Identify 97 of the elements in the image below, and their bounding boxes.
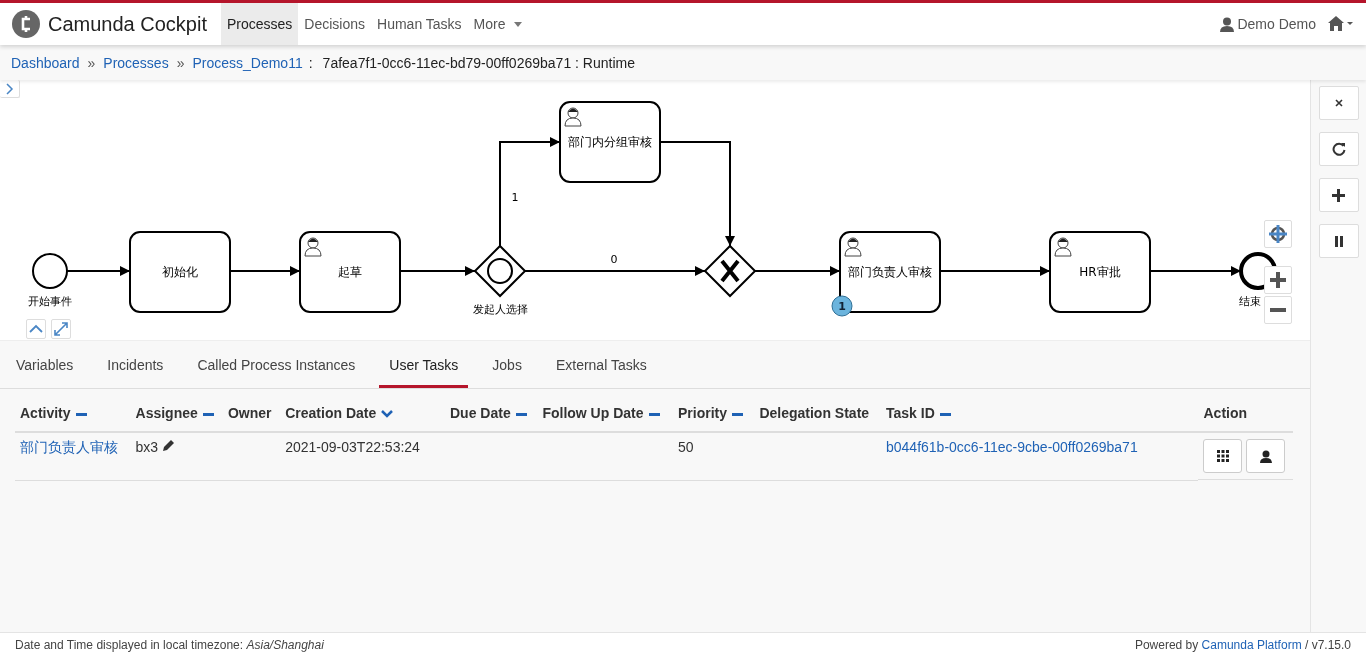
task-label: HR审批	[1079, 265, 1121, 279]
plus-icon	[1269, 271, 1287, 289]
breadcrumb-link[interactable]: Dashboard	[11, 54, 80, 71]
sort-icon[interactable]	[939, 410, 951, 418]
column-header: Action	[1198, 395, 1293, 432]
form-button[interactable]	[1203, 439, 1243, 473]
pencil-icon[interactable]	[162, 439, 175, 452]
sequence-flow	[229, 266, 301, 276]
assign-user-button[interactable]	[1246, 439, 1286, 473]
task-shape[interactable]	[299, 231, 401, 313]
task-label: 起草	[338, 265, 362, 279]
tab[interactable]: User Tasks	[379, 341, 469, 388]
event-label: 开始事件	[28, 295, 72, 308]
nav-link[interactable]: Processes	[220, 3, 299, 45]
table-cell: 2021-09-03T22:53:24	[285, 439, 420, 455]
column-header[interactable]: Follow Up Date	[537, 395, 674, 432]
fullscreen-button[interactable]	[51, 319, 71, 339]
suspend-button[interactable]	[1318, 224, 1359, 258]
logo-icon	[12, 10, 40, 38]
nav-link[interactable]: Human Tasks	[371, 3, 468, 45]
expand-icon	[54, 322, 68, 336]
user-icon	[844, 237, 862, 257]
task-label: 初始化	[162, 265, 198, 279]
tab[interactable]: Called Process Instances	[187, 341, 366, 388]
breadcrumb-separator: »	[176, 54, 185, 71]
tab[interactable]: Variables	[6, 341, 84, 388]
sequence-flow	[66, 266, 131, 276]
column-header[interactable]: Activity	[15, 395, 131, 432]
tab[interactable]: Jobs	[482, 341, 532, 388]
breadcrumb-separator: »	[87, 54, 96, 71]
platform-link[interactable]: Camunda Platform	[1201, 638, 1302, 652]
app-title: Camunda Cockpit	[48, 12, 207, 36]
expand-panel-button[interactable]	[0, 80, 20, 98]
plus-icon	[1332, 188, 1345, 202]
chevron-right-icon	[5, 82, 14, 95]
grid-icon	[1217, 450, 1229, 462]
sort-icon[interactable]	[515, 410, 527, 418]
sort-icon[interactable]	[648, 410, 660, 418]
task-shape[interactable]	[839, 231, 941, 313]
user-icon	[304, 237, 322, 257]
chevron-up-icon	[29, 324, 43, 334]
breadcrumb-separator: :	[308, 54, 313, 71]
activity-link[interactable]: 部门负责人审核	[20, 439, 118, 455]
gateway-label: 发起人选择	[472, 303, 528, 316]
collapse-button[interactable]	[26, 319, 46, 339]
sort-icon[interactable]	[202, 410, 214, 418]
zoom-in-button[interactable]	[1264, 266, 1292, 294]
nav-link[interactable]: Decisions	[298, 3, 372, 45]
nav-link[interactable]: More	[467, 3, 528, 45]
table-cell: bx3	[135, 439, 159, 455]
timezone-note: Date and Time displayed in local timezone: Asia/Shanghai	[15, 638, 324, 652]
user-icon	[564, 107, 582, 127]
table-cell: 50	[678, 439, 694, 455]
zoom-out-button[interactable]	[1264, 296, 1292, 324]
pause-icon	[1334, 235, 1343, 247]
breadcrumb-link[interactable]: Processes	[103, 54, 169, 71]
sort-icon[interactable]	[75, 410, 87, 418]
task-label: 部门内分组审核	[568, 135, 652, 149]
home-menu[interactable]	[1328, 16, 1354, 32]
column-header: Owner	[222, 395, 281, 432]
sort-descending-icon[interactable]	[381, 410, 394, 418]
powered-by-note: Powered by Camunda Platform / v7.15.0	[1134, 638, 1351, 652]
refresh-icon	[1331, 142, 1346, 156]
instance-count-badge: 1	[831, 295, 853, 317]
task-shape[interactable]	[1049, 231, 1151, 313]
home-icon	[1328, 16, 1354, 32]
sort-icon[interactable]	[732, 410, 744, 418]
event-label: 结束	[1239, 295, 1261, 308]
refresh-button[interactable]	[1318, 132, 1359, 166]
user-icon	[1220, 16, 1235, 32]
close-icon	[1334, 99, 1343, 107]
flow-label: 0	[610, 253, 618, 266]
column-header[interactable]: Task ID	[881, 395, 1199, 432]
column-header[interactable]: Creation Date	[280, 395, 445, 432]
reset-zoom-button[interactable]	[1264, 220, 1292, 248]
column-header[interactable]: Due Date	[445, 395, 538, 432]
column-header: Delegation State	[754, 395, 881, 432]
add-button[interactable]	[1318, 178, 1359, 212]
task-shape[interactable]	[129, 231, 231, 313]
tab[interactable]: External Tasks	[545, 341, 657, 388]
task-id-link[interactable]: b044f61b-0cc6-11ec-9cbe-00ff0269ba71	[886, 439, 1138, 455]
event-gateway[interactable]	[473, 244, 527, 298]
user-icon	[1054, 237, 1072, 257]
column-header[interactable]: Assignee	[130, 395, 223, 432]
breadcrumb-current: 7afea7f1-0cc6-11ec-bd79-00ff0269ba71 : Runtime	[322, 54, 635, 71]
column-header[interactable]: Priority	[673, 395, 755, 432]
crosshair-icon	[1268, 224, 1288, 244]
breadcrumb-link[interactable]: Process_Demo11	[192, 54, 303, 71]
user-menu[interactable]: Demo Demo	[1220, 16, 1316, 32]
tab[interactable]: Incidents	[97, 341, 174, 388]
exclusive-gateway[interactable]	[703, 244, 757, 298]
user-icon	[1260, 449, 1272, 463]
start-event[interactable]	[32, 253, 68, 289]
task-label: 部门负责人审核	[848, 265, 932, 279]
flow-label: 1	[511, 191, 519, 204]
task-shape[interactable]	[559, 101, 661, 183]
minus-icon	[1269, 307, 1287, 313]
